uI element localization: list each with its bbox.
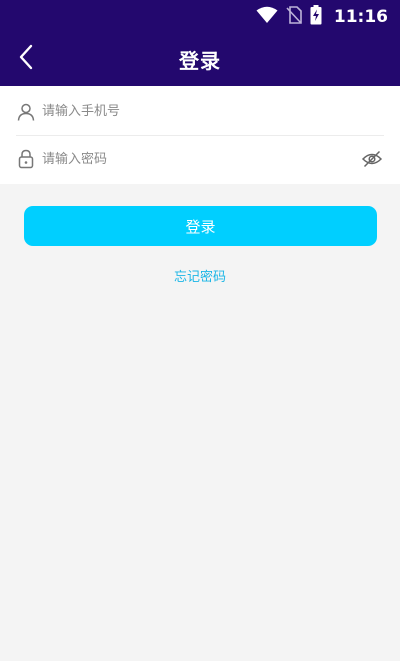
password-row [16,135,384,183]
lock-icon [16,149,36,169]
wifi-icon [256,6,278,28]
login-button[interactable]: 登录 [24,206,377,246]
user-icon [16,102,36,122]
status-bar: 11:16 [0,0,400,33]
page-title: 登录 [179,49,221,73]
battery-charging-icon [310,4,322,29]
status-time: 11:16 [333,6,388,27]
forgot-password-link[interactable]: 忘记密码 [0,266,400,285]
eye-off-icon[interactable] [360,147,384,171]
phone-row [16,88,384,136]
no-sim-icon [286,5,302,28]
password-input[interactable] [42,139,360,179]
phone-input[interactable] [42,91,384,132]
app-bar: 登录 [0,33,400,86]
login-form [0,86,400,184]
